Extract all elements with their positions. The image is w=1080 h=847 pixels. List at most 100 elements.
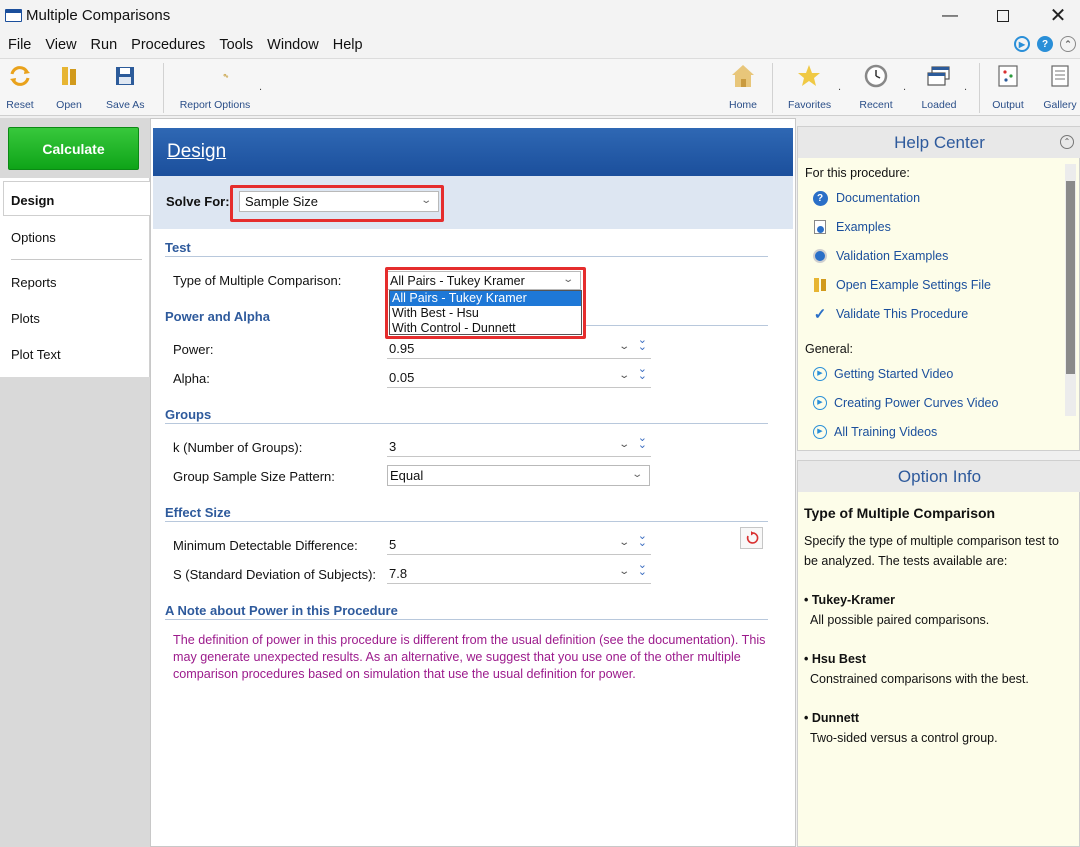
scrollbar-thumb[interactable] [1066,181,1075,374]
loaded-dropdown-icon[interactable]: . [964,81,967,93]
nav-plots[interactable]: Plots [11,311,40,326]
reset-label: Reset [6,99,34,111]
minimize-button[interactable]: — [924,0,976,31]
reset-values-button[interactable] [740,527,763,549]
std-dev-input[interactable]: 7.8 ⌄ ⌄ ⌄ [387,560,651,584]
output-chart-icon [994,62,1022,90]
minimize-icon: — [942,6,958,24]
open-folder-icon [55,62,83,90]
favorites-label: Favorites [788,99,832,111]
power-input[interactable]: 0.95 ⌄ ⌄ ⌄ [387,335,651,359]
play-circle-icon: ▶ [812,395,828,411]
close-icon: ✕ [1049,5,1067,27]
general-label: General: [805,342,853,356]
section-effect-size: Effect Size [165,505,231,520]
save-as-button[interactable]: Save As [106,62,145,111]
report-options-button[interactable]: Report Options [178,62,252,111]
validate-procedure-link[interactable]: ✓ Validate This Procedure [812,306,969,323]
option-info-title: Option Info [897,467,982,486]
double-chevron-icon[interactable]: ⌄ ⌄ [638,364,647,382]
menu-tools[interactable]: Tools [219,37,253,53]
collapse-icon[interactable]: ⌃ [1060,135,1074,149]
alpha-value: 0.05 [389,369,415,385]
option-info-item-name: • Tukey-Kramer [804,593,895,607]
chevron-down-icon[interactable]: ⌄ [618,566,630,577]
toolbar-separator [979,63,980,113]
gallery-button[interactable]: Gallery [1042,62,1078,111]
option-info-item-desc: Constrained comparisons with the best. [810,672,1029,686]
validation-examples-link[interactable]: Validation Examples [812,248,948,264]
documentation-link[interactable]: ? Documentation [812,190,920,206]
recent-button[interactable]: Recent [858,62,894,111]
all-training-videos-link[interactable]: ▶ All Training Videos [812,424,937,440]
nav-design[interactable]: Design [11,193,54,208]
floppy-disk-icon [111,62,139,90]
open-example-settings-link[interactable]: Open Example Settings File [812,277,991,293]
validate-procedure-link-label: Validate This Procedure [836,307,969,321]
menu-procedures[interactable]: Procedures [131,37,205,53]
reset-button[interactable]: Reset [5,62,35,111]
maximize-icon [997,9,1009,22]
report-options-dropdown-icon[interactable]: . [259,81,262,93]
examples-link[interactable]: Examples [812,219,891,235]
favorites-button[interactable]: Favorites [788,62,832,111]
sample-size-pattern-select[interactable]: Equal ⌄ [387,465,650,486]
home-button[interactable]: Home [728,62,758,111]
toolbar: Reset Open Save As Report Options . Home… [0,58,1080,116]
nav-options[interactable]: Options [11,230,56,245]
open-button[interactable]: Open [54,62,84,111]
double-chevron-icon[interactable]: ⌄ ⌄ [638,433,647,451]
menu-help[interactable]: Help [333,37,363,53]
maximize-button[interactable] [977,0,1029,31]
option-info-header: Option Info [798,461,1080,492]
help-center-title: Help Center [894,133,985,152]
chevron-down-icon[interactable]: ⌄ [618,370,630,381]
section-test: Test [165,240,191,255]
play-circle-icon: ▶ [812,424,828,440]
close-button[interactable]: ✕ [1032,0,1080,31]
k-groups-input[interactable]: 3 ⌄ ⌄ ⌄ [387,433,651,457]
help-icon[interactable]: ? [1037,36,1053,52]
section-divider [586,325,768,326]
menu-view[interactable]: View [45,37,76,53]
menu-run[interactable]: Run [91,37,118,53]
alpha-input[interactable]: 0.05 ⌄ ⌄ ⌄ [387,364,651,388]
nav-plot-text[interactable]: Plot Text [11,347,61,362]
help-center-header: Help Center ⌃ [798,127,1080,158]
option-info-panel: Option Info Type of Multiple Comparison … [797,460,1080,847]
examples-link-label: Examples [836,220,891,234]
checkmark-icon: ✓ [813,306,827,323]
std-dev-value: 7.8 [389,565,408,581]
calculate-button[interactable]: Calculate [8,127,139,170]
for-this-procedure-label: For this procedure: [805,166,910,180]
examples-icon [812,219,828,235]
nav-separator [11,259,142,260]
menu-file[interactable]: File [8,37,31,53]
output-button[interactable]: Output [990,62,1026,111]
type-dropdown-highlight [385,267,586,339]
double-chevron-icon[interactable]: ⌄ ⌄ [638,335,647,353]
play-circle-icon: ▶ [812,366,828,382]
collapse-ribbon-icon[interactable]: ⌃ [1060,36,1076,52]
chevron-down-icon[interactable]: ⌄ [618,537,630,548]
chevron-down-icon[interactable]: ⌄ [618,439,630,450]
k-groups-value: 3 [389,438,397,454]
recent-dropdown-icon[interactable]: . [903,81,906,93]
menu-window[interactable]: Window [267,37,319,53]
chevron-down-icon[interactable]: ⌄ [618,341,630,352]
loaded-button[interactable]: Loaded [920,62,958,111]
sample-size-pattern-value: Equal [390,468,424,483]
play-icon[interactable]: ▶ [1014,36,1030,52]
double-chevron-icon[interactable]: ⌄ ⌄ [638,531,647,549]
nav-reports[interactable]: Reports [11,275,57,290]
left-navigation: Calculate Design Options Reports Plots P… [0,118,153,847]
help-scrollbar[interactable] [1065,164,1076,416]
power-curves-video-link[interactable]: ▶ Creating Power Curves Video [812,395,998,411]
favorites-dropdown-icon[interactable]: . [838,81,841,93]
home-label: Home [728,99,757,111]
min-detectable-diff-input[interactable]: 5 ⌄ ⌄ ⌄ [387,531,651,555]
title-bar: Multiple Comparisons — ✕ [0,0,1080,31]
double-chevron-icon[interactable]: ⌄ ⌄ [638,560,647,578]
getting-started-video-link[interactable]: ▶ Getting Started Video [812,366,953,382]
option-info-intro: Specify the type of multiple comparison … [804,534,1059,568]
